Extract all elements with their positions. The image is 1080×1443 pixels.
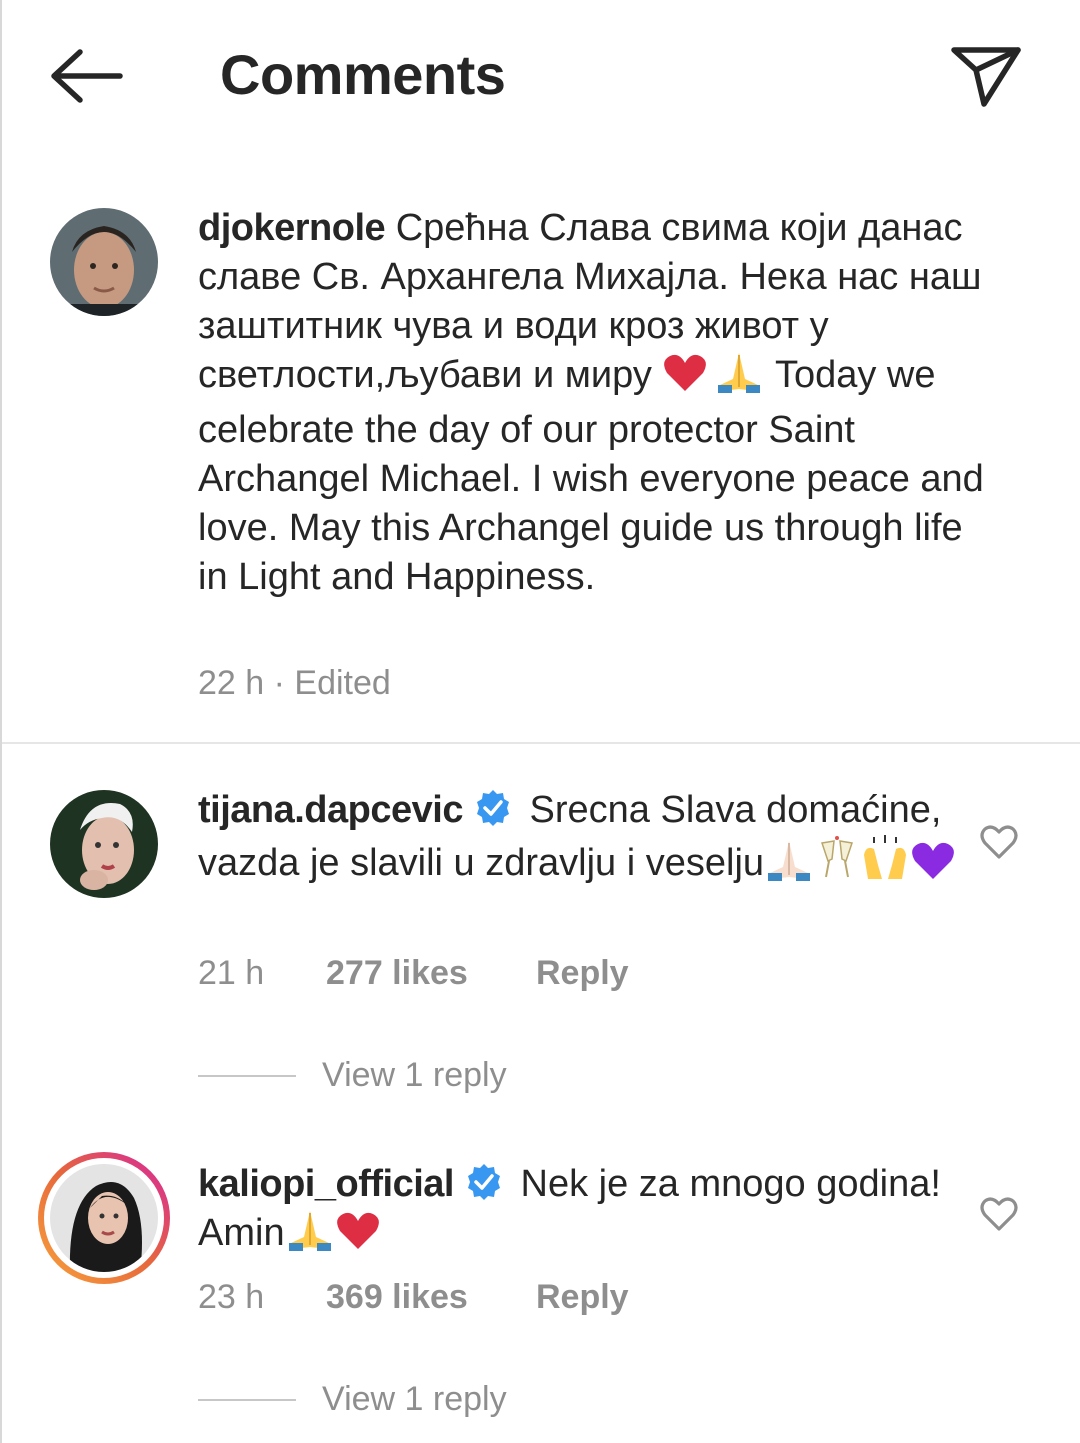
view-replies-label: View 1 reply [322,1380,507,1418]
page-title: Comments [220,43,506,106]
view-replies-button[interactable]: View 1 reply [198,1056,507,1095]
view-replies-label: View 1 reply [322,1056,507,1094]
comment-username[interactable]: tijana.dapcevic [198,789,463,831]
view-replies-button[interactable]: View 1 reply [198,1380,507,1419]
comments-screen: Comments djokernole Срећна Слава свима к… [0,0,1080,1443]
avatar-kaliopi-official[interactable] [38,1152,170,1284]
red-heart-icon [335,1211,381,1264]
reply-button[interactable]: Reply [536,1278,629,1317]
replies-divider-line [198,1398,296,1401]
top-bar: Comments [2,0,1080,150]
back-arrow-icon[interactable] [48,44,126,108]
comment-meta: 23 h 369 likes Reply [198,1278,629,1317]
verified-badge-icon [464,1162,504,1202]
caption-time: 22 h [198,664,265,702]
meta-separator: · [264,664,295,702]
comment-text: kaliopi_official Nek je za mnogo godina!… [198,1160,988,1264]
folded-hands-icon [285,1209,335,1264]
raising-hands-icon [860,835,910,894]
red-heart-icon [662,353,708,406]
comment-time: 23 h [198,1278,265,1316]
edited-label: Edited [294,664,391,702]
folded-hands-light-icon [764,839,814,894]
verified-badge-icon [473,788,513,828]
caption-meta: 22 h · Edited [198,664,391,703]
like-heart-icon[interactable] [979,822,1019,862]
likes-count[interactable]: 369 likes [326,1278,536,1317]
like-heart-icon[interactable] [979,1194,1019,1234]
avatar-tijana-dapcevic[interactable] [50,790,158,898]
comment-time: 21 h [198,954,265,992]
caption-divider [2,742,1080,744]
replies-divider-line [198,1074,296,1077]
purple-heart-icon [910,841,956,894]
clinking-glasses-icon [814,835,860,894]
comment-text: tijana.dapcevic Srecna Slava domaćine, v… [198,786,988,894]
avatar-djokernole[interactable] [50,208,158,316]
caption-text: djokernole Срећна Слава свима који данас… [198,204,988,602]
comment-meta: 21 h 277 likes Reply [198,954,629,993]
direct-share-icon[interactable] [948,40,1024,112]
likes-count[interactable]: 277 likes [326,954,536,993]
comment-username[interactable]: kaliopi_official [198,1163,454,1205]
folded-hands-icon [714,351,764,406]
reply-button[interactable]: Reply [536,954,629,993]
caption-username[interactable]: djokernole [198,207,386,249]
